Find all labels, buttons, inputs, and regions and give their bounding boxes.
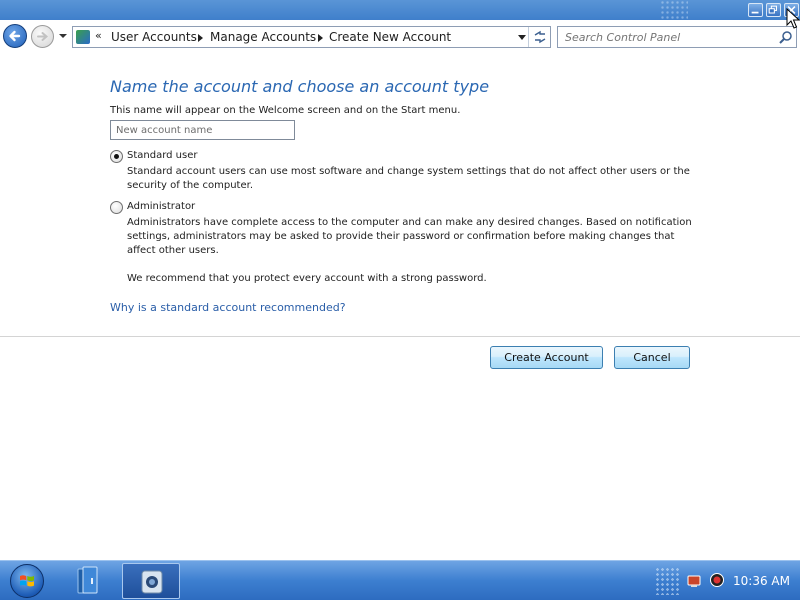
forward-arrow-icon <box>37 32 49 41</box>
restore-button[interactable] <box>766 3 781 17</box>
search-box[interactable] <box>557 26 797 48</box>
administrator-description: Administrators have complete access to t… <box>127 217 692 256</box>
windows-logo-icon <box>20 575 34 587</box>
address-bar[interactable]: « User Accounts Manage Accounts Create N… <box>72 26 551 48</box>
administrator-radio[interactable] <box>110 201 123 214</box>
taskbar-clock[interactable]: 10:36 AM <box>733 574 790 588</box>
minimize-icon <box>751 11 759 14</box>
title-bar-decoration <box>660 0 688 20</box>
standard-user-label[interactable]: Standard user <box>127 150 197 161</box>
breadcrumb-separator-icon[interactable] <box>318 34 323 42</box>
administrator-label[interactable]: Administrator <box>127 201 195 212</box>
cancel-button[interactable]: Cancel <box>614 346 690 369</box>
breadcrumb-user-accounts[interactable]: User Accounts <box>111 30 197 44</box>
control-panel-icon <box>76 30 90 44</box>
name-description: This name will appear on the Welcome scr… <box>110 105 461 116</box>
back-button[interactable] <box>3 24 27 48</box>
breadcrumb-manage-accounts[interactable]: Manage Accounts <box>210 30 316 44</box>
mouse-pointer-icon <box>786 8 800 29</box>
tray-decoration <box>655 567 681 595</box>
divider <box>0 336 800 337</box>
back-arrow-icon <box>9 30 21 42</box>
account-name-input[interactable] <box>110 120 295 140</box>
password-recommendation: We recommend that you protect every acco… <box>127 273 487 284</box>
control-panel-taskbar-button[interactable] <box>122 563 180 599</box>
refresh-button[interactable] <box>528 27 550 47</box>
create-account-button[interactable]: Create Account <box>490 346 603 369</box>
taskbar: 10:36 AM <box>0 560 800 600</box>
volume-icon[interactable] <box>709 572 725 588</box>
forward-button[interactable] <box>31 25 54 48</box>
breadcrumb-create-new-account[interactable]: Create New Account <box>329 30 451 44</box>
file-explorer-icon[interactable] <box>70 564 106 598</box>
minimize-button[interactable] <box>748 3 763 17</box>
recent-pages-dropdown-icon[interactable] <box>58 31 68 41</box>
breadcrumb-separator-icon[interactable] <box>198 34 203 42</box>
standard-user-radio[interactable] <box>110 150 123 163</box>
standard-account-help-link[interactable]: Why is a standard account recommended? <box>110 301 346 314</box>
standard-user-description: Standard account users can use most soft… <box>127 166 690 191</box>
search-input[interactable] <box>558 27 773 47</box>
start-button[interactable] <box>10 564 44 598</box>
address-history-dropdown-icon[interactable] <box>518 35 526 40</box>
refresh-icon <box>534 30 546 44</box>
address-overflow-chevron[interactable]: « <box>95 29 102 42</box>
page-title: Name the account and choose an account t… <box>110 77 490 96</box>
restore-icon <box>768 5 778 14</box>
radio-selected-dot <box>114 154 119 159</box>
search-icon[interactable] <box>778 30 793 45</box>
network-icon[interactable] <box>686 572 702 588</box>
control-panel-app-icon <box>141 570 163 594</box>
window-title-bar <box>0 0 800 20</box>
navigation-bar: « User Accounts Manage Accounts Create N… <box>0 20 800 52</box>
